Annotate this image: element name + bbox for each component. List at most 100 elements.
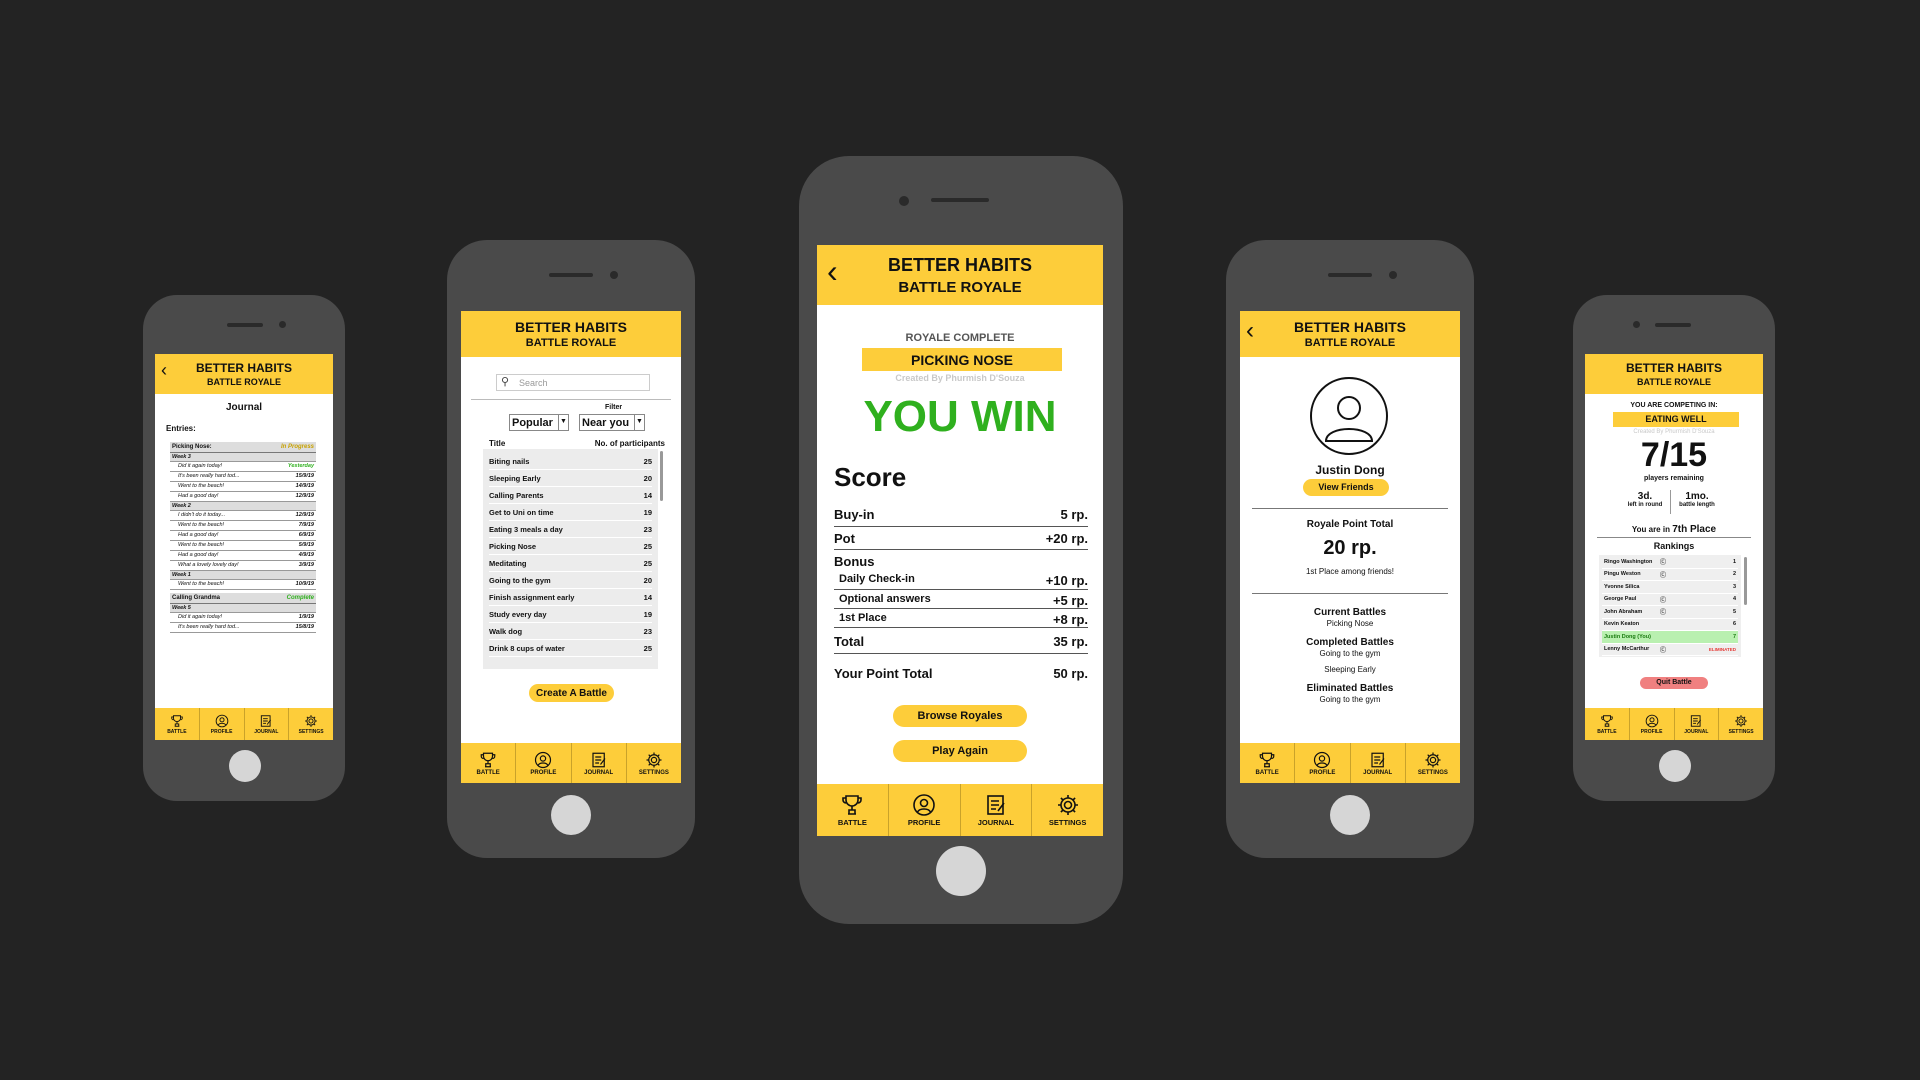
list-item[interactable]: It's been really hard tod... 15/9/19: [170, 472, 316, 482]
friend-icon: Ⓒ: [1660, 572, 1667, 579]
gear-icon: [646, 752, 662, 767]
trophy-icon: [842, 795, 863, 815]
list-item[interactable]: I didn't do it today... 12/9/19: [170, 511, 316, 521]
list-item[interactable]: Went to the beach! 5/9/19: [170, 541, 316, 551]
tab-journal[interactable]: JOURNAL: [1673, 708, 1719, 740]
battle-link[interactable]: Going to the gym: [1240, 649, 1460, 658]
table-row[interactable]: Calling Parents 14: [489, 487, 652, 504]
view-friends-button[interactable]: View Friends: [1303, 479, 1389, 496]
ranking-row[interactable]: Lenny McCarthur Ⓒ ELIMINATED: [1602, 644, 1738, 656]
list-item[interactable]: Went to the beach! 7/9/19: [170, 521, 316, 531]
scrollbar[interactable]: [1744, 557, 1747, 605]
list-item[interactable]: Went to the beach! 10/9/19: [170, 580, 316, 590]
tab-settings[interactable]: SETTINGS: [1404, 743, 1460, 783]
journal-group[interactable]: Picking Nose: In Progress Week 3 Did it aga…: [170, 442, 316, 590]
battle-link[interactable]: Picking Nose: [1240, 619, 1460, 628]
list-item[interactable]: Had a good day! 6/9/19: [170, 531, 316, 541]
tab-battle[interactable]: BATTLE: [461, 743, 515, 783]
list-item[interactable]: Had a good day! 12/9/19: [170, 492, 316, 502]
tab-journal[interactable]: JOURNAL: [959, 784, 1032, 836]
sort-select[interactable]: Popular ▼: [509, 414, 569, 431]
ranking-row[interactable]: Yvonne Silica 3: [1602, 581, 1738, 594]
total-row: Total 35 rp.: [834, 627, 1088, 654]
battle-name: PICKING NOSE: [862, 348, 1062, 371]
filter-select[interactable]: Near you ▼: [579, 414, 645, 431]
table-row[interactable]: Eating 3 meals a day 23: [489, 521, 652, 538]
battle-section-current: Current Battles Picking Nose: [1240, 607, 1460, 628]
list-item[interactable]: Went to the beach! 14/9/19: [170, 482, 316, 492]
point-total-label: Royale Point Total: [1306, 519, 1394, 530]
player-rank: 6: [1732, 621, 1736, 628]
tab-journal[interactable]: JOURNAL: [1349, 743, 1405, 783]
tab-battle[interactable]: BATTLE: [1585, 708, 1629, 740]
tab-label: PROFILE: [1309, 769, 1336, 776]
list-item[interactable]: What a lovely lovely day! 3/9/19: [170, 561, 316, 571]
ranking-row[interactable]: Ringo Washington Ⓒ 1: [1602, 556, 1738, 569]
ranking-row[interactable]: John Abraham Ⓒ 5: [1602, 606, 1738, 619]
tab-profile[interactable]: PROFILE: [515, 743, 570, 783]
tab-profile[interactable]: PROFILE: [1294, 743, 1349, 783]
list-item[interactable]: Had a good day! 4/9/19: [170, 551, 316, 561]
created-by: Created By Phurmish D'Souza: [1633, 429, 1715, 435]
tab-battle[interactable]: BATTLE: [817, 784, 888, 836]
table-row[interactable]: Walk dog 23: [489, 623, 652, 640]
tab-journal[interactable]: JOURNAL: [243, 708, 289, 740]
table-row[interactable]: Picking Nose 25: [489, 538, 652, 555]
sort-value: Popular: [512, 417, 553, 429]
tab-battle[interactable]: BATTLE: [155, 708, 199, 740]
tab-settings[interactable]: SETTINGS: [625, 743, 681, 783]
list-item[interactable]: Did it again today! Yesterday: [170, 462, 316, 472]
ranking-row[interactable]: Justin Dong (You) 7: [1602, 631, 1738, 644]
home-button[interactable]: [1330, 795, 1370, 835]
entry-text: Went to the beach!: [178, 542, 225, 548]
group-name: Picking Nose:: [172, 444, 212, 450]
table-row[interactable]: Biting nails 25: [489, 453, 652, 470]
back-arrow-icon[interactable]: ‹: [161, 360, 167, 381]
table-row[interactable]: Study every day 19: [489, 606, 652, 623]
entry-date: 4/9/19: [298, 552, 314, 558]
tab-profile[interactable]: PROFILE: [198, 708, 244, 740]
quit-battle-button[interactable]: Quit Battle: [1640, 677, 1708, 689]
participant-count: 14: [643, 491, 652, 500]
home-button[interactable]: [229, 750, 261, 782]
browse-royales-button[interactable]: Browse Royales: [893, 705, 1027, 727]
table-row[interactable]: Sleeping Early 20: [489, 470, 652, 487]
ranking-row[interactable]: Pingu Weston Ⓒ 2: [1602, 569, 1738, 581]
tab-profile[interactable]: PROFILE: [1628, 708, 1674, 740]
battle-link[interactable]: Sleeping Early: [1240, 665, 1460, 674]
journal-title: Journal: [225, 402, 263, 413]
journal-group[interactable]: Calling Grandma Complete Week 5 Did it agai…: [170, 593, 316, 633]
battle-link[interactable]: Going to the gym: [1240, 695, 1460, 704]
ranking-row[interactable]: Kevin Keaton 6: [1602, 619, 1738, 631]
home-button[interactable]: [551, 795, 591, 835]
list-item[interactable]: It's been really hard tod... 15/8/19: [170, 623, 316, 633]
tab-profile[interactable]: PROFILE: [887, 784, 960, 836]
journal-icon: [261, 714, 272, 727]
scrollbar[interactable]: [660, 451, 663, 501]
search-input[interactable]: ⚲ Search: [496, 374, 650, 391]
tab-battle[interactable]: BATTLE: [1240, 743, 1294, 783]
point-total-label: Your Point Total: [834, 666, 933, 681]
create-battle-button[interactable]: Create A Battle: [529, 684, 614, 702]
play-again-button[interactable]: Play Again: [893, 740, 1027, 762]
entry-text: What a lovely lovely day!: [178, 562, 239, 568]
tab-label: PROFILE: [1640, 728, 1663, 735]
table-row[interactable]: Drink 8 cups of water 25: [489, 640, 652, 657]
avatar: [1310, 377, 1388, 455]
home-button[interactable]: [1659, 750, 1691, 782]
tab-settings[interactable]: SETTINGS: [288, 708, 333, 740]
tab-settings[interactable]: SETTINGS: [1718, 708, 1763, 740]
table-row[interactable]: Meditating 25: [489, 555, 652, 572]
back-arrow-icon[interactable]: ‹: [1246, 317, 1254, 345]
table-row[interactable]: Going to the gym 20: [489, 572, 652, 589]
journal-group-header[interactable]: Calling Grandma Complete: [170, 593, 316, 604]
tab-journal[interactable]: JOURNAL: [570, 743, 626, 783]
tab-settings[interactable]: SETTINGS: [1031, 784, 1103, 836]
table-row[interactable]: Finish assignment early 14: [489, 589, 652, 606]
journal-group-header[interactable]: Picking Nose: In Progress: [170, 442, 316, 453]
table-row[interactable]: Get to Uni on time 19: [489, 504, 652, 521]
list-item[interactable]: Did it again today! 1/9/19: [170, 613, 316, 623]
back-arrow-icon[interactable]: ‹: [827, 253, 838, 290]
ranking-row[interactable]: George Paul Ⓒ 4: [1602, 594, 1738, 606]
home-button[interactable]: [936, 846, 986, 896]
